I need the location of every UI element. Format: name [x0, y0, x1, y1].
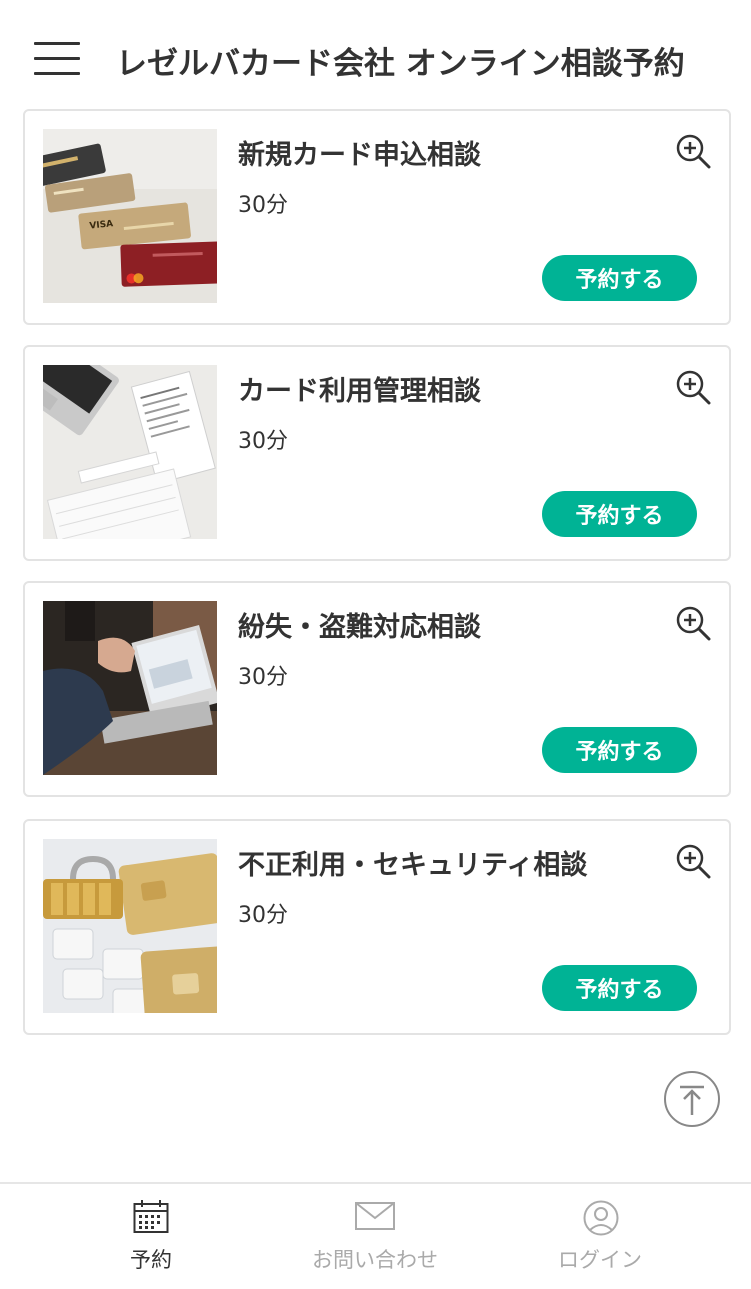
nav-label: お問い合わせ [312, 1248, 438, 1272]
service-card: 紛失・盗難対応相談 30分 予約する [23, 581, 731, 797]
service-card: VISA 新規カード申込相談 30分 予約する [23, 109, 731, 325]
service-card: 不正利用・セキュリティ相談 30分 予約する [23, 819, 731, 1035]
app-header: レゼルバカード会社 オンライン相談予約 [0, 0, 751, 110]
nav-item-login[interactable]: ログイン [475, 1184, 725, 1289]
business-laptop-photo [43, 601, 217, 775]
nav-item-reservation[interactable]: 予約 [26, 1184, 276, 1289]
credit-cards-photo: VISA [43, 129, 217, 303]
laptop-receipts-photo [43, 365, 217, 539]
book-button[interactable]: 予約する [542, 491, 697, 537]
nav-item-contact[interactable]: お問い合わせ [250, 1184, 500, 1289]
service-duration: 30分 [238, 193, 288, 218]
service-title: 不正利用・セキュリティ相談 [238, 850, 588, 881]
nav-label: ログイン [558, 1248, 642, 1272]
service-title: 紛失・盗難対応相談 [238, 612, 481, 643]
zoom-in-icon[interactable] [675, 133, 711, 169]
zoom-in-icon[interactable] [675, 369, 711, 405]
book-button[interactable]: 予約する [542, 255, 697, 301]
service-title: カード利用管理相談 [238, 376, 481, 407]
envelope-icon [355, 1202, 395, 1234]
calendar-icon [133, 1200, 169, 1238]
page-title: レゼルバカード会社 オンライン相談予約 [116, 46, 685, 82]
arrow-up-circle-icon[interactable] [664, 1071, 720, 1127]
service-duration: 30分 [238, 429, 288, 454]
service-duration: 30分 [238, 903, 288, 928]
padlock-card-photo [43, 839, 217, 1013]
nav-label: 予約 [130, 1248, 172, 1272]
service-duration: 30分 [238, 665, 288, 690]
book-button[interactable]: 予約する [542, 727, 697, 773]
zoom-in-icon[interactable] [675, 605, 711, 641]
user-circle-icon [583, 1200, 619, 1240]
book-button[interactable]: 予約する [542, 965, 697, 1011]
bottom-navigation: 予約 お問い合わせ ログイン [0, 1182, 751, 1287]
zoom-in-icon[interactable] [675, 843, 711, 879]
hamburger-menu-icon[interactable] [34, 42, 80, 76]
service-card: カード利用管理相談 30分 予約する [23, 345, 731, 561]
service-title: 新規カード申込相談 [238, 140, 481, 171]
